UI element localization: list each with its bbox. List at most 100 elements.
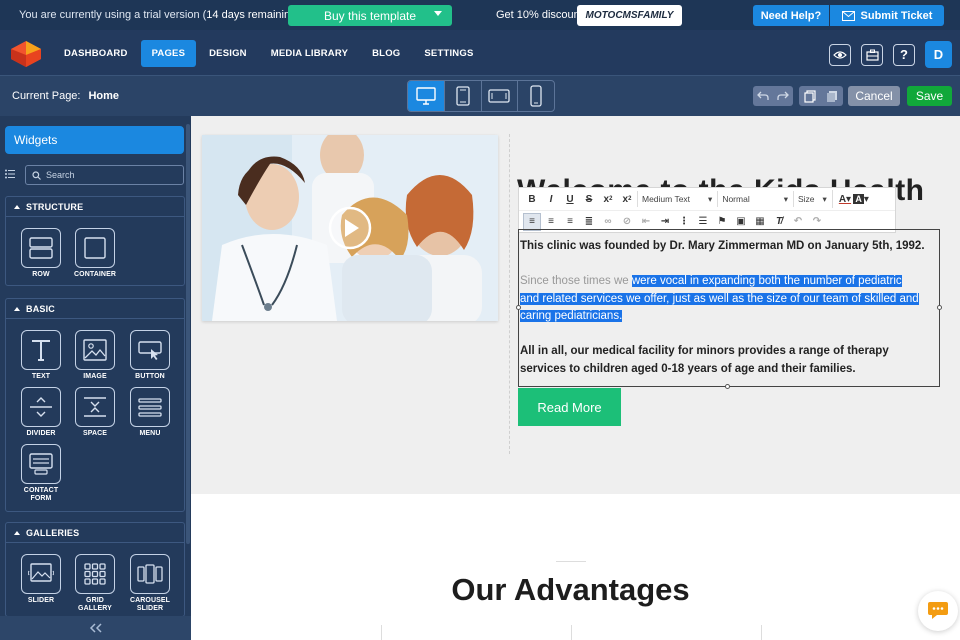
nav-media-library[interactable]: MEDIA LIBRARY <box>260 40 359 67</box>
menu-icon <box>130 387 170 427</box>
insert-image-icon[interactable]: ▣ <box>732 213 750 231</box>
italic-icon[interactable]: I <box>542 190 560 208</box>
save-button[interactable]: Save <box>907 86 952 106</box>
clear-format-icon[interactable]: T̸ <box>770 213 788 231</box>
advantages-title[interactable]: Our Advantages <box>191 572 950 608</box>
align-center-icon[interactable]: ≡ <box>542 213 560 231</box>
nav-pages[interactable]: PAGES <box>140 40 197 67</box>
redo-icon[interactable] <box>777 91 789 101</box>
flag-icon[interactable]: ⚑ <box>713 213 731 231</box>
nav-dashboard[interactable]: DASHBOARD <box>53 40 139 67</box>
widgets-tab[interactable]: Widgets <box>5 126 184 154</box>
chevron-down-icon[interactable] <box>434 11 442 16</box>
buy-template-button[interactable]: Buy this template <box>288 5 452 26</box>
row-icon <box>21 228 61 268</box>
superscript-icon[interactable]: x2 <box>618 190 636 208</box>
widget-container[interactable]: CONTAINER <box>70 228 120 279</box>
basic-panel-header[interactable]: BASIC <box>6 299 184 319</box>
paragraph-since[interactable]: Since those times we were vocal in expan… <box>520 273 902 291</box>
underline-icon[interactable]: U <box>561 190 579 208</box>
subscript-icon[interactable]: x2 <box>599 190 617 208</box>
carousel-slider-icon <box>130 554 170 594</box>
eye-icon[interactable] <box>829 43 851 66</box>
paste-icon[interactable] <box>826 90 838 103</box>
widget-contact-form[interactable]: CONTACT FORM <box>16 444 66 502</box>
widget-label: CAROUSEL SLIDER <box>129 597 171 612</box>
paragraph-since-line2[interactable]: and related services we offer, just as w… <box>520 291 919 309</box>
text-color-icon[interactable]: A▾ <box>831 190 851 208</box>
widget-text[interactable]: TEXT <box>16 330 66 381</box>
cancel-button[interactable]: Cancel <box>848 86 900 106</box>
align-justify-icon[interactable]: ≣ <box>580 213 598 231</box>
promo-code[interactable]: MOTOCMSFAMILY <box>577 5 682 26</box>
bold-icon[interactable]: B <box>523 190 541 208</box>
widget-row[interactable]: ROW <box>16 228 66 279</box>
widget-slider[interactable]: SLIDER <box>16 554 66 605</box>
nav-blog[interactable]: BLOG <box>361 40 411 67</box>
submit-ticket-button[interactable]: Submit Ticket <box>830 5 944 26</box>
nav-design[interactable]: DESIGN <box>198 40 258 67</box>
avatar[interactable]: D <box>925 41 952 68</box>
style-select[interactable]: Normal ▾ <box>717 191 792 207</box>
read-more-button[interactable]: Read More <box>518 388 621 426</box>
widget-button[interactable]: BUTTON <box>125 330 175 381</box>
align-left-icon[interactable]: ≡ <box>523 212 541 231</box>
outdent-icon[interactable]: ⇤ <box>637 213 655 231</box>
play-icon[interactable] <box>328 206 372 250</box>
logo-icon[interactable] <box>11 41 41 67</box>
widget-image[interactable]: IMAGE <box>70 330 120 381</box>
copy-icon[interactable] <box>804 89 816 103</box>
dropdown-arrow-icon: ▾ <box>822 193 827 204</box>
help-icon[interactable]: ? <box>893 43 915 66</box>
link-icon[interactable]: ∞ <box>599 213 617 231</box>
collapse-sidebar-button[interactable] <box>0 616 191 640</box>
nav-settings[interactable]: SETTINGS <box>413 40 484 67</box>
rte-row-1: B I U S x2 x2 Medium Text ▾ Normal ▾ Size ▾… <box>519 188 895 210</box>
numbered-list-icon[interactable]: ⋮ <box>675 213 693 231</box>
buy-template-label: Buy this template <box>323 8 417 23</box>
background-color-icon[interactable]: A ▾ <box>852 190 870 208</box>
paragraph-since-line3[interactable]: caring pediatricians. <box>520 308 623 326</box>
galleries-panel-header[interactable]: GALLERIES <box>6 523 184 543</box>
editor-toolbar: Current Page: Home Cancel Save <box>0 75 960 116</box>
undo-icon[interactable]: ↶ <box>789 213 807 231</box>
format-select[interactable]: Medium Text ▾ <box>637 191 716 207</box>
paragraph-founded[interactable]: This clinic was founded by Dr. Mary Zimm… <box>520 238 925 256</box>
list-view-icon[interactable] <box>5 169 15 179</box>
indent-icon[interactable]: ⇥ <box>656 213 674 231</box>
table-icon[interactable]: ▦ <box>751 213 769 231</box>
strikethrough-icon[interactable]: S <box>580 190 598 208</box>
need-help-button[interactable]: Need Help? <box>753 5 829 26</box>
bulleted-list-icon[interactable]: ☰ <box>694 213 712 231</box>
size-select[interactable]: Size ▾ <box>793 191 831 207</box>
widget-carousel-slider[interactable]: CAROUSEL SLIDER <box>125 554 175 612</box>
desktop-icon[interactable] <box>408 81 445 111</box>
widget-menu[interactable]: MENU <box>125 387 175 438</box>
widget-space[interactable]: SPACE <box>70 387 120 438</box>
widget-search-input[interactable]: Search <box>25 165 184 185</box>
current-page-value[interactable]: Home <box>88 90 119 102</box>
dropdown-arrow-icon: ▾ <box>708 193 713 204</box>
align-right-icon[interactable]: ≡ <box>561 213 579 231</box>
hero-image[interactable] <box>202 135 498 321</box>
tablet-icon[interactable] <box>445 81 482 111</box>
resize-handle[interactable] <box>937 305 942 310</box>
tablet-landscape-icon[interactable] <box>482 81 519 111</box>
space-icon <box>75 387 115 427</box>
unlink-icon[interactable]: ⊘ <box>618 213 636 231</box>
widget-grid-gallery[interactable]: GRID GALLERY <box>70 554 120 612</box>
briefcase-icon[interactable] <box>861 43 883 66</box>
paragraph-allinall[interactable]: All in all, our medical facility for min… <box>520 343 889 361</box>
chat-button[interactable] <box>918 591 958 631</box>
redo-icon[interactable]: ↷ <box>808 213 826 231</box>
undo-icon[interactable] <box>757 91 769 101</box>
widget-label: MENU <box>139 430 161 437</box>
device-switcher <box>407 80 555 112</box>
text-widget[interactable]: This clinic was founded by Dr. Mary Zimm… <box>516 229 942 389</box>
sidebar-scrollbar[interactable] <box>186 124 190 544</box>
structure-panel-header[interactable]: STRUCTURE <box>6 197 184 217</box>
paragraph-allinall-line2[interactable]: services to children aged 0-18 years of … <box>520 361 856 379</box>
resize-handle[interactable] <box>725 384 730 389</box>
widget-divider[interactable]: DIVIDER <box>16 387 66 438</box>
mobile-icon[interactable] <box>518 81 554 111</box>
